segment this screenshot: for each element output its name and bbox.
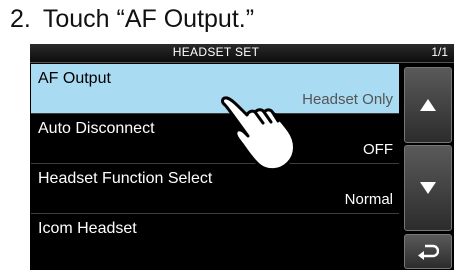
menu-item-auto-disconnect[interactable]: Auto Disconnect OFF [31,114,399,164]
menu-item-headset-function-select[interactable]: Headset Function Select Normal [31,164,399,214]
menu-item-icom-headset[interactable]: Icom Headset [31,214,399,263]
scroll-down-button[interactable] [404,145,452,231]
menu-item-label: Headset Function Select [38,170,213,187]
menu-item-label: AF Output [38,70,111,87]
page-indicator: 1/1 [431,45,448,59]
menu-item-af-output[interactable]: AF Output Headset Only [31,64,399,114]
scroll-up-button[interactable] [404,67,452,143]
triangle-down-icon [420,182,436,194]
instruction-text: 2. Touch “AF Output.” [10,2,254,36]
triangle-up-icon [420,99,436,111]
touch-hand-icon [221,96,296,172]
menu-item-value: Normal [344,191,393,208]
step-text: Touch “AF Output.” [42,5,255,33]
step-number: 2. [10,5,31,33]
back-button[interactable] [404,234,452,269]
menu-item-value: OFF [363,141,393,158]
headset-set-screen: HEADSET SET 1/1 AF Output Headset Only A… [30,44,454,270]
return-arrow-icon [418,244,439,260]
title-bar: HEADSET SET 1/1 [30,44,454,63]
menu-item-label: Auto Disconnect [38,120,155,137]
scroll-controls [402,64,454,270]
screen-title: HEADSET SET [172,45,260,59]
menu-item-value: Headset Only [302,91,393,108]
menu-item-label: Icom Headset [38,220,137,237]
